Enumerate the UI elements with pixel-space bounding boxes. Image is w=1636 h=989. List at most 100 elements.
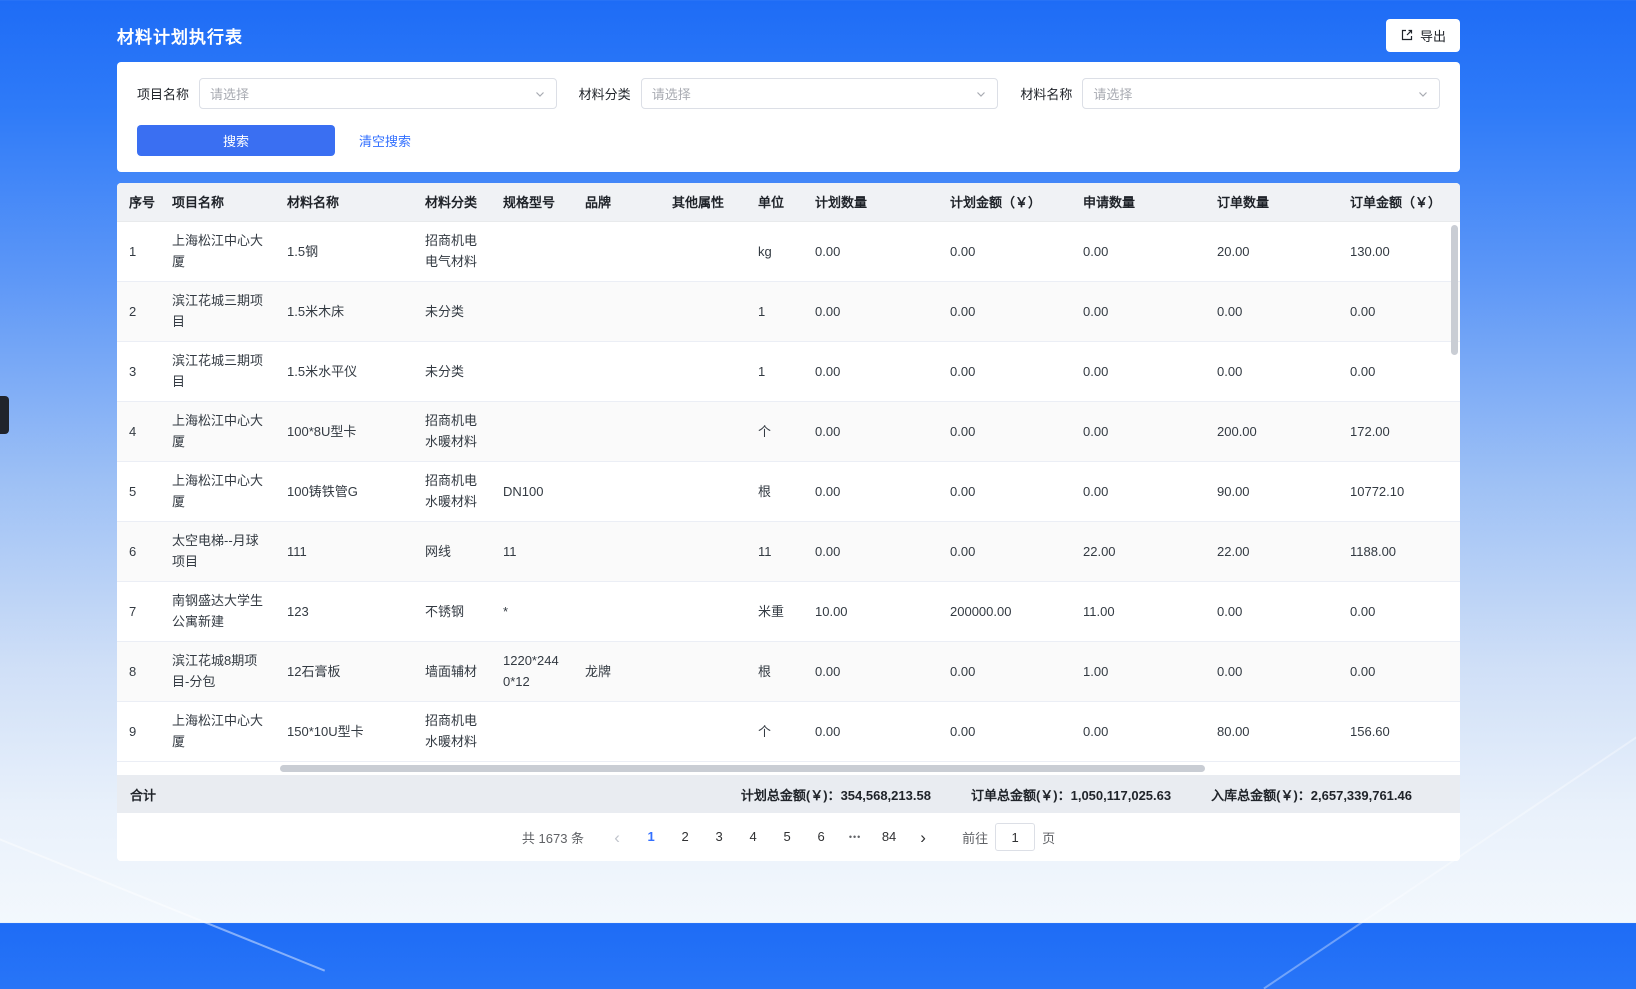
table-cell: 0.00 — [1205, 581, 1338, 641]
table-cell: 1 — [746, 341, 803, 401]
vertical-scrollbar[interactable] — [1451, 225, 1458, 355]
project-name-filter: 项目名称 请选择 — [137, 78, 557, 109]
plan-total: 计划总金额(￥)：354,568,213.58 — [741, 785, 931, 804]
table-cell: 米重 — [746, 581, 803, 641]
table-cell: 100*8U型卡 — [275, 401, 413, 461]
horizontal-scrollbar[interactable] — [280, 765, 1205, 772]
table-cell: 0.00 — [1205, 641, 1338, 701]
export-button-label: 导出 — [1420, 26, 1446, 45]
material-name-filter: 材料名称 请选择 — [1020, 78, 1440, 109]
table-cell: kg — [746, 221, 803, 281]
table-cell — [573, 701, 660, 761]
export-button[interactable]: 导出 — [1386, 19, 1460, 52]
page-number-button[interactable]: 3 — [702, 821, 736, 853]
table-cell: 130.00 — [1338, 221, 1460, 281]
table-cell: 0.00 — [1205, 341, 1338, 401]
table-cell: 未分类 — [413, 341, 491, 401]
material-category-label: 材料分类 — [579, 84, 631, 103]
column-header: 规格型号 — [491, 183, 573, 221]
table-cell: 80.00 — [1205, 701, 1338, 761]
plan-total-value: 354,568,213.58 — [841, 788, 931, 803]
table-cell: 0.00 — [803, 341, 938, 401]
goto-page: 前往 页 — [962, 823, 1055, 851]
table-cell: 1 — [117, 221, 160, 281]
table-cell: 0.00 — [1071, 341, 1205, 401]
top-bar: 材料计划执行表 导出 — [117, 0, 1460, 52]
total-count: 共 1673 条 — [522, 828, 584, 847]
table-cell: 10772.10 — [1338, 461, 1460, 521]
table-cell: 墙面辅材 — [413, 641, 491, 701]
table-cell: 8 — [117, 641, 160, 701]
page-number-button[interactable]: 1 — [634, 821, 668, 853]
material-name-select[interactable]: 请选择 — [1082, 78, 1440, 109]
column-header: 其他属性 — [660, 183, 746, 221]
table-cell: 0.00 — [1338, 641, 1460, 701]
summary-total-label: 合计 — [130, 785, 156, 804]
page-number-button[interactable]: 6 — [804, 821, 838, 853]
table-row: 9上海松江中心大厦150*10U型卡招商机电水暖材料个0.000.000.008… — [117, 701, 1460, 761]
table-cell: 未分类 — [413, 281, 491, 341]
table-cell — [573, 521, 660, 581]
table-cell: 上海松江中心大厦 — [160, 221, 275, 281]
page-title: 材料计划执行表 — [117, 23, 243, 48]
page-number-button[interactable]: 5 — [770, 821, 804, 853]
table-cell: 招商机电电气材料 — [413, 221, 491, 281]
export-icon — [1400, 28, 1414, 42]
table-row: 4上海松江中心大厦100*8U型卡招商机电水暖材料个0.000.000.0020… — [117, 401, 1460, 461]
table-cell — [660, 341, 746, 401]
table-cell: 上海松江中心大厦 — [160, 461, 275, 521]
pagination-more-button[interactable]: ••• — [838, 821, 872, 853]
column-header: 申请数量 — [1071, 183, 1205, 221]
table-cell — [660, 281, 746, 341]
table-cell — [491, 701, 573, 761]
sidebar-collapse-handle[interactable] — [0, 396, 9, 434]
table-row: 7南钢盛达大学生公寓新建123不锈钢*米重10.00200000.0011.00… — [117, 581, 1460, 641]
plan-total-label: 计划总金额(￥)： — [741, 788, 841, 803]
next-page-button[interactable]: › — [908, 821, 938, 853]
summary-bar: 合计 计划总金额(￥)：354,568,213.58 订单总金额(￥)：1,05… — [117, 775, 1460, 813]
table-row: 6太空电梯--月球项目111网线11110.000.0022.0022.0011… — [117, 521, 1460, 581]
material-name-label: 材料名称 — [1020, 84, 1072, 103]
table-cell: 0.00 — [938, 521, 1071, 581]
page-number-button[interactable]: 84 — [872, 821, 906, 853]
page-number-button[interactable]: 4 — [736, 821, 770, 853]
material-category-placeholder: 请选择 — [652, 84, 691, 103]
table-cell: 1.5钢 — [275, 221, 413, 281]
project-name-select[interactable]: 请选择 — [199, 78, 557, 109]
search-button[interactable]: 搜索 — [137, 125, 335, 156]
table-cell: 0.00 — [938, 701, 1071, 761]
column-header: 序号 — [117, 183, 160, 221]
table-cell: 0.00 — [1338, 341, 1460, 401]
project-name-label: 项目名称 — [137, 84, 189, 103]
table-cell — [573, 401, 660, 461]
table-cell — [660, 221, 746, 281]
clear-search-link[interactable]: 清空搜索 — [359, 131, 411, 150]
table-cell: 156.60 — [1338, 701, 1460, 761]
filter-actions: 搜索 清空搜索 — [137, 125, 1440, 156]
filter-row: 项目名称 请选择 材料分类 请选择 材料名称 请选择 — [137, 78, 1440, 109]
column-header: 材料分类 — [413, 183, 491, 221]
table-cell — [660, 581, 746, 641]
table-row: 5上海松江中心大厦100铸铁管G招商机电水暖材料DN100根0.000.000.… — [117, 461, 1460, 521]
table-cell: 0.00 — [803, 701, 938, 761]
order-total-value: 1,050,117,025.63 — [1071, 788, 1172, 803]
prev-page-button[interactable]: ‹ — [602, 821, 632, 853]
table-cell: 0.00 — [1338, 581, 1460, 641]
page-number-button[interactable]: 2 — [668, 821, 702, 853]
table-cell: 11 — [491, 521, 573, 581]
table-cell — [660, 641, 746, 701]
table-cell: 0.00 — [938, 281, 1071, 341]
table-cell: 上海松江中心大厦 — [160, 701, 275, 761]
table-cell: 0.00 — [1071, 461, 1205, 521]
table-cell: 1 — [746, 281, 803, 341]
table-cell: 22.00 — [1071, 521, 1205, 581]
material-category-select[interactable]: 请选择 — [641, 78, 999, 109]
column-header: 材料名称 — [275, 183, 413, 221]
goto-page-input[interactable] — [995, 823, 1035, 851]
inbound-total-value: 2,657,339,761.46 — [1311, 788, 1412, 803]
column-header: 计划金额（￥） — [938, 183, 1071, 221]
table-cell: 3 — [117, 341, 160, 401]
table-cell: 个 — [746, 401, 803, 461]
table-row: 2滨江花城三期项目1.5米木床未分类10.000.000.000.000.00 — [117, 281, 1460, 341]
table-cell: 上海松江中心大厦 — [160, 401, 275, 461]
